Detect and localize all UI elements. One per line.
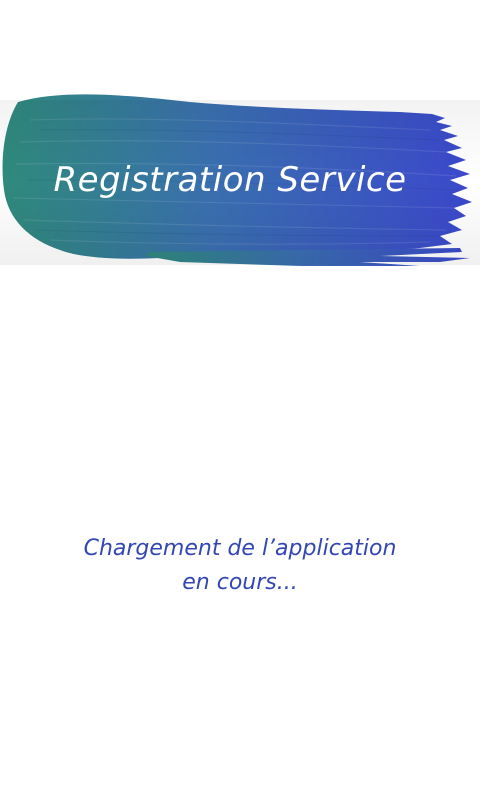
splash-screen: Registration Service Chargement de l’app… [0, 0, 480, 800]
loading-message-line-1: Chargement de l’application [83, 536, 397, 561]
app-title: Registration Service [53, 160, 407, 200]
loading-message: Chargement de l’application en cours... [0, 532, 480, 600]
loading-message-line-2: en cours... [182, 570, 298, 595]
